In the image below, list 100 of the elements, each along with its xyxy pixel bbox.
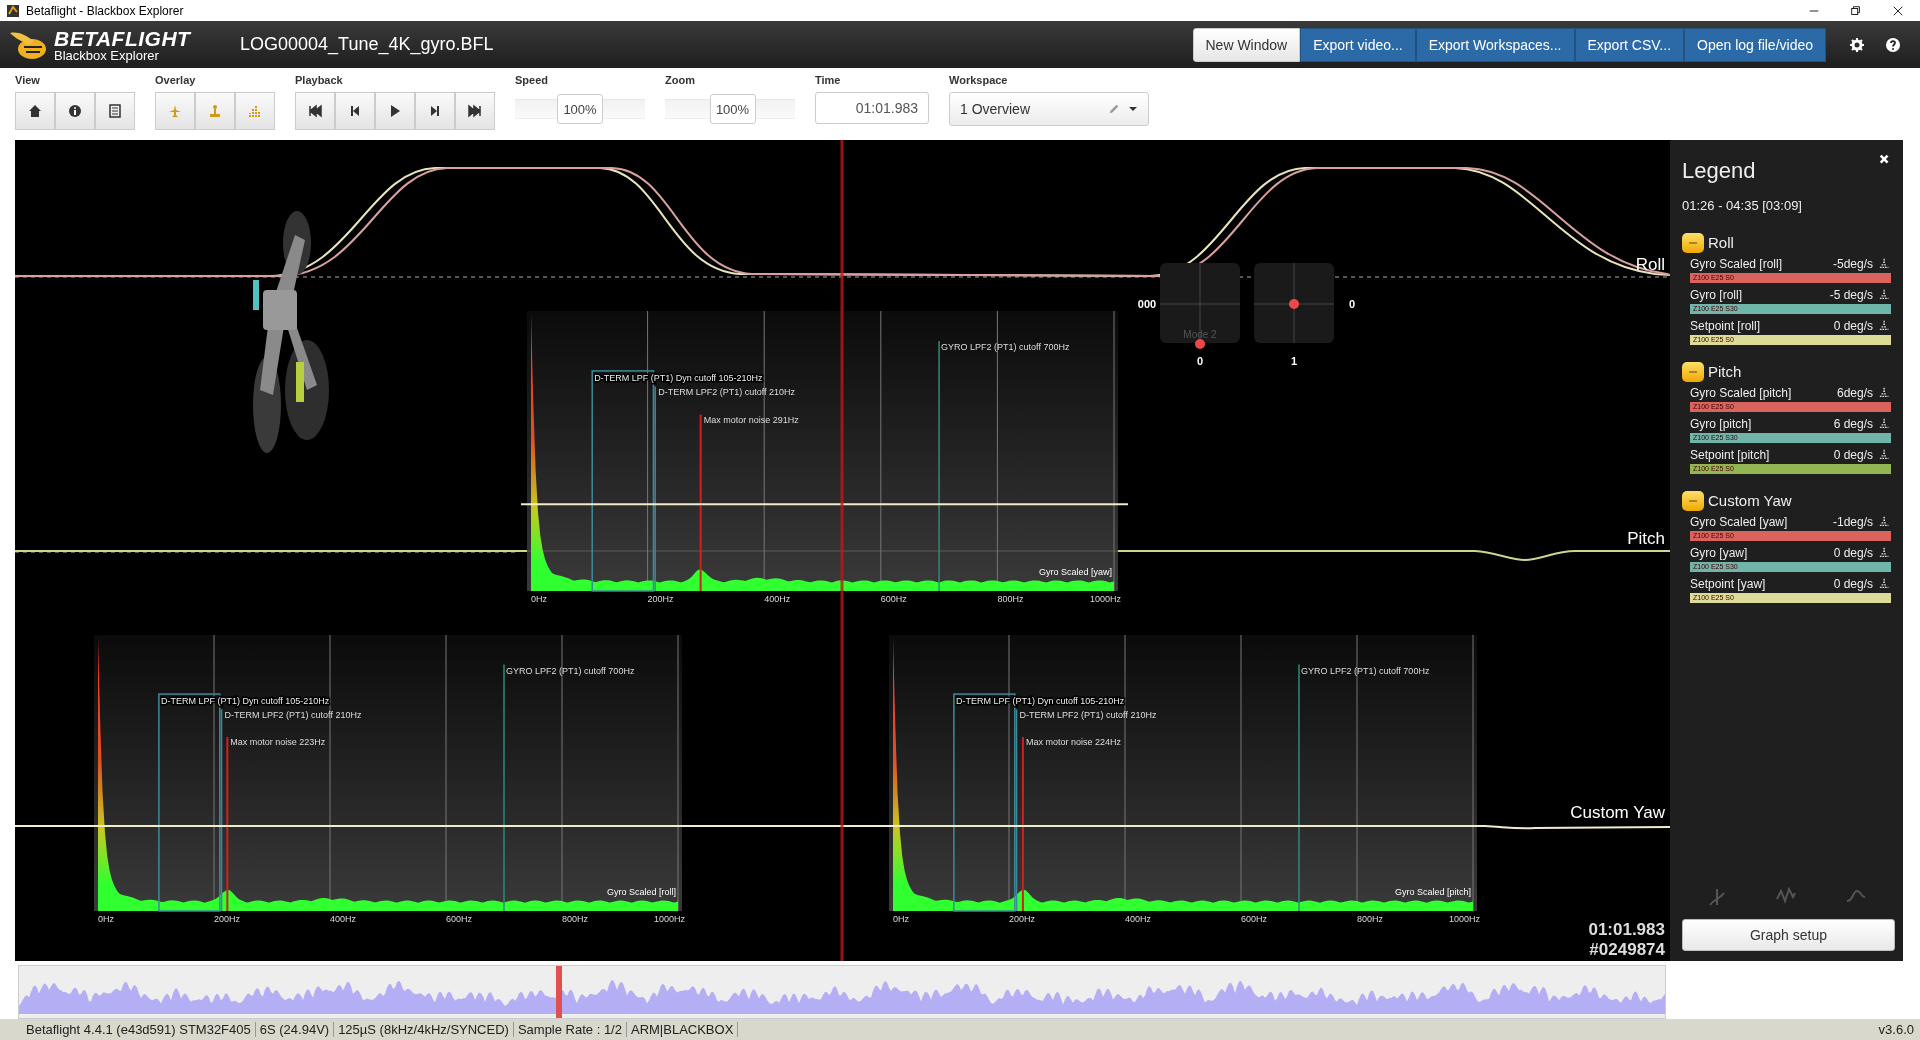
group-name: Pitch — [1708, 363, 1742, 381]
axis-tick-label: 200Hz — [1009, 913, 1035, 924]
axis-tick-label: 600Hz — [446, 913, 472, 924]
axis-tick-label: 600Hz — [880, 593, 907, 604]
axis-tick-label: 800Hz — [997, 593, 1024, 604]
field-value: 6 deg/s — [1833, 416, 1873, 431]
toolbar-group-label: Playback — [295, 74, 344, 87]
annotation-label: Max motor noise 223Hz — [230, 736, 326, 747]
close-icon — [1892, 4, 1904, 17]
list-icon — [108, 104, 122, 119]
field-name: Setpoint [pitch] — [1690, 447, 1771, 462]
status-item: ARM|BLACKBOX — [626, 1021, 739, 1037]
help-icon — [1886, 37, 1900, 52]
field-name: Gyro Scaled [pitch] — [1690, 385, 1793, 400]
field-value: -5deg/s — [1832, 256, 1873, 271]
field-value: -1deg/s — [1832, 514, 1873, 529]
slider-thumb[interactable]: 100% — [709, 94, 756, 125]
annotation-label: D-TERM LPF2 (PT1) cutoff 210Hz — [224, 709, 362, 720]
home-button[interactable] — [15, 92, 55, 131]
axis-tick-label: 1000Hz — [1449, 913, 1481, 924]
header-button[interactable]: Open log file/video — [1684, 27, 1826, 62]
axis-tick-label: 400Hz — [1125, 913, 1151, 924]
field-value: -5 deg/s — [1829, 287, 1873, 302]
graph-setup-button[interactable]: Graph setup — [1682, 918, 1895, 951]
stick-dot — [1195, 338, 1205, 349]
annotation-label: GYRO LPF2 (PT1) cutoff 700Hz — [1301, 665, 1430, 676]
field-name: Gyro Scaled [roll] — [1690, 256, 1784, 271]
playhead-marker[interactable] — [556, 965, 562, 1018]
toolbar-group-label: Workspace — [949, 74, 1009, 87]
trace-label: Pitch — [1627, 528, 1665, 548]
axis-tick-label: 400Hz — [330, 913, 356, 924]
slider-track[interactable]: 100% — [665, 94, 795, 125]
step-back-button[interactable] — [335, 92, 375, 131]
slider-track[interactable]: 100% — [515, 94, 645, 125]
stick-index: 1 — [1290, 354, 1298, 367]
toolbar-group-label: Speed — [515, 74, 549, 87]
toolbar-group-label: Overlay — [155, 74, 197, 87]
stick-value: 000 — [1137, 297, 1157, 310]
header-button[interactable]: Export CSV... — [1574, 27, 1685, 62]
workspace-dropdown[interactable]: 1 Overview — [949, 92, 1149, 127]
pencil-icon — [1108, 103, 1120, 116]
axis-tick-label: 0Hz — [98, 913, 114, 924]
slider-thumb[interactable]: 100% — [557, 94, 603, 125]
group-toggle-button[interactable] — [1682, 232, 1704, 253]
axis-tick-label: 200Hz — [214, 913, 240, 924]
toolbar-group-label: Zoom — [665, 74, 696, 87]
status-item: Sample Rate : 1/2 — [513, 1021, 627, 1037]
step-forward-button[interactable] — [415, 92, 455, 131]
stick-value: 0 — [1348, 297, 1356, 310]
toolbar-group-label: Time — [815, 74, 842, 87]
annotation-label: Max motor noise 291Hz — [703, 414, 799, 425]
annotation-label: D-TERM LPF2 (PT1) cutoff 210Hz — [658, 386, 796, 397]
spectrum-title: Gyro Scaled [pitch] — [1394, 886, 1471, 897]
restore-icon — [1850, 4, 1862, 17]
play-button[interactable] — [375, 92, 415, 131]
close-icon — [1879, 153, 1891, 166]
axis-tick-label: 800Hz — [562, 913, 588, 924]
field-value: 6deg/s — [1836, 385, 1873, 400]
spectrum-title: Gyro Scaled [roll] — [606, 886, 676, 897]
header-button[interactable]: Export Workspaces... — [1415, 27, 1575, 62]
dash-icon — [1688, 499, 1698, 502]
logo-subtitle: Blackbox Explorer — [54, 48, 160, 62]
step-forward-icon — [428, 104, 442, 119]
trace-label: Roll — [1635, 254, 1665, 274]
info-icon — [68, 104, 82, 119]
field-name: Setpoint [yaw] — [1690, 576, 1767, 591]
skip-end-button[interactable] — [455, 92, 495, 131]
settings-icon — [1850, 37, 1864, 52]
play-icon — [388, 104, 402, 119]
spectrum-title: Gyro Scaled [yaw] — [1038, 566, 1112, 577]
stick-dot — [1289, 298, 1299, 309]
step-back-icon — [348, 104, 362, 119]
group-toggle-button[interactable] — [1682, 361, 1704, 382]
time-range: 01:26 - 04:35 [03:09] — [1682, 197, 1803, 213]
stick-index: 0 — [1196, 354, 1204, 367]
axis-tick-label: 1000Hz — [1090, 593, 1122, 604]
annotation-label: GYRO LPF2 (PT1) cutoff 700Hz — [506, 665, 635, 676]
group-name: Custom Yaw — [1708, 492, 1792, 510]
header-button[interactable]: Export video... — [1300, 27, 1416, 62]
status-item: 125µS (8kHz/4kHz/SYNCED) — [334, 1021, 514, 1037]
skip-start-button[interactable] — [295, 92, 335, 131]
group-name: Roll — [1708, 234, 1734, 252]
info-button[interactable] — [55, 92, 95, 131]
time-field[interactable]: 01:01.983 — [815, 92, 929, 125]
status-item: Betaflight 4.4.1 (e43d591) STM32F405 — [22, 1021, 256, 1037]
axis-tick-label: 800Hz — [1357, 913, 1383, 924]
current-time: 01:01.983 — [1588, 919, 1665, 939]
field-value: 0 deg/s — [1833, 545, 1873, 560]
annotation-label: D-TERM LPF2 (PT1) cutoff 210Hz — [1019, 709, 1157, 720]
skip-start-icon — [308, 104, 322, 119]
dash-icon — [1688, 370, 1698, 373]
group-toggle-button[interactable] — [1682, 490, 1704, 511]
list-button[interactable] — [95, 92, 135, 131]
field-name: Gyro [yaw] — [1690, 545, 1749, 560]
status-item: 6S (24.94V) — [255, 1021, 335, 1037]
header-button[interactable]: New Window — [1192, 27, 1301, 62]
axis-tick-label: 0Hz — [893, 913, 909, 924]
annotation-label: GYRO LPF2 (PT1) cutoff 700Hz — [941, 341, 1070, 352]
logo-title: BETAFLIGHT — [54, 27, 191, 49]
field-name: Gyro [roll] — [1690, 287, 1743, 302]
